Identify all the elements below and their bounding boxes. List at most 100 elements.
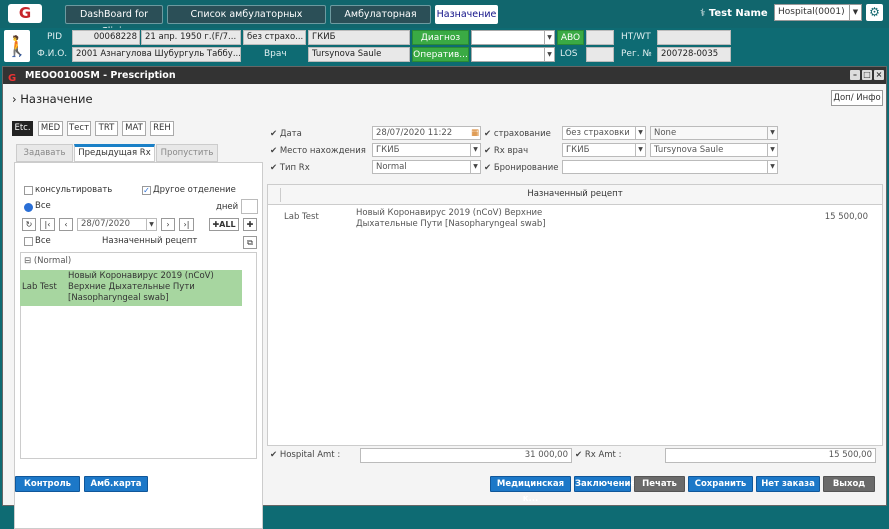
close-icon[interactable]: ×	[874, 70, 884, 80]
list-item-text: Новый Коронавирус 2019 (nCoV) Верхние Ды…	[68, 271, 214, 303]
tab-etc[interactable]: Etc.	[12, 121, 33, 136]
add-icon[interactable]: ✚	[243, 218, 257, 231]
date-input-value: 28/07/2020 11:22	[376, 128, 453, 138]
insurance-plan-select[interactable]: None ▼	[650, 126, 778, 140]
exit-button[interactable]: Выход	[823, 476, 875, 492]
org-field: ГКИБ	[308, 30, 410, 45]
table-row-text-line2: Дыхательные Пути [Nasopharyngeal swab]	[356, 219, 546, 229]
tree-group[interactable]: ⊟ (Normal)	[24, 256, 71, 266]
nav-prescription[interactable]: Назначение	[435, 5, 498, 24]
rx-type-value: Normal	[376, 162, 407, 172]
nav-dashboard[interactable]: DashBoard for Clinic	[65, 5, 163, 37]
tree-group-label: (Normal)	[33, 256, 72, 266]
calendar-icon[interactable]: ▦	[471, 127, 479, 139]
diagnosis-button[interactable]: Диагноз	[412, 30, 469, 45]
booking-select[interactable]: ▼	[562, 160, 778, 174]
medical-card-button[interactable]: Медицинская к...	[490, 476, 571, 504]
doctor-field: Tursynova Saule	[308, 47, 410, 62]
rx-doctor-org-select[interactable]: ГКИБ ▼	[562, 143, 646, 157]
tab-reh[interactable]: REH	[150, 121, 174, 136]
collapse-icon: ⊟	[24, 256, 32, 266]
table-row[interactable]: Lab Test Новый Коронавирус 2019 (nCoV) В…	[268, 207, 882, 235]
booking-label: ✔ Бронирование	[484, 163, 559, 173]
date-label-text: Дата	[279, 129, 302, 139]
outpatient-card-button[interactable]: Амб.карта	[84, 476, 148, 492]
fio-field: 2001 Азнагулова Шубургуль Таббу...	[72, 47, 241, 62]
tab-trt[interactable]: TRT	[95, 121, 118, 136]
diagnosis-select[interactable]: ▼	[471, 30, 555, 45]
app-logo-icon: G	[8, 73, 17, 84]
next-date-icon[interactable]: ›	[161, 218, 175, 231]
list-item[interactable]: Lab Test Новый Коронавирус 2019 (nCoV) В…	[20, 270, 242, 306]
los-field	[586, 47, 614, 62]
tab-assign[interactable]: Задавать	[16, 144, 73, 162]
nav-outpatient-card[interactable]: Амбулаторная карта	[330, 5, 431, 37]
all-radio[interactable]	[24, 203, 33, 212]
location-value: ГКИБ	[376, 145, 400, 155]
rx-doctor-value: Tursynova Saule	[654, 145, 724, 155]
first-page-icon[interactable]: |‹	[40, 218, 55, 231]
conclusion-button[interactable]: Заключение	[574, 476, 636, 492]
table-row-amount: 15 500,00	[824, 212, 868, 222]
consult-checkbox[interactable]	[24, 186, 33, 195]
maximize-icon[interactable]: □	[862, 70, 872, 80]
nav-outpatient-list[interactable]: Список амбулаторных пациентов	[167, 5, 326, 37]
reg-field: 200728-0035	[657, 47, 731, 62]
operative-select[interactable]: ▼	[471, 47, 555, 62]
insurance-label: ✔ страхование	[484, 129, 551, 139]
location-label-text: Место нахождения	[279, 146, 366, 156]
refresh-icon[interactable]: ↻	[22, 218, 36, 231]
list-item-type: Lab Test	[22, 282, 57, 292]
save-button[interactable]: Сохранить	[688, 476, 753, 492]
date-value: 28/07/2020	[81, 219, 130, 229]
gear-icon[interactable]: ⚙	[866, 4, 883, 21]
tab-previous-rx[interactable]: Предыдущая Rx	[74, 144, 155, 162]
days-input[interactable]	[241, 199, 258, 214]
hospital-select[interactable]: Hospital(0001) ▼	[774, 4, 862, 21]
user-menu[interactable]: ⚕ Test Name	[700, 5, 768, 23]
consult-label: консультировать	[35, 185, 113, 195]
insurance-select[interactable]: без страховки ▼	[562, 126, 646, 140]
location-select[interactable]: ГКИБ ▼	[372, 143, 481, 157]
last-page-icon[interactable]: ›|	[179, 218, 194, 231]
no-order-button[interactable]: Нет заказа	[756, 476, 820, 492]
insurance-label-text: страхование	[493, 129, 551, 139]
hospital-amount-label: ✔ Hospital Amt :	[270, 450, 341, 460]
rx-doctor-select[interactable]: Tursynova Saule ▼	[650, 143, 778, 157]
tab-mat[interactable]: MAT	[122, 121, 146, 136]
select-all-checkbox[interactable]	[24, 237, 33, 246]
chevron-down-icon: ▼	[767, 144, 777, 156]
table-row-text-line1: Новый Коронавирус 2019 (nCoV) Верхние	[356, 208, 543, 218]
tab-test[interactable]: Тест	[67, 121, 91, 136]
rx-amount-field: 15 500,00	[665, 448, 876, 463]
date-input[interactable]: 28/07/2020 11:22 ▦	[372, 126, 481, 140]
copy-icon[interactable]: ⧉	[243, 236, 257, 249]
tab-med[interactable]: MED	[38, 121, 63, 136]
date-label: ✔ Дата	[270, 129, 302, 139]
rx-type-select[interactable]: Normal ▼	[372, 160, 481, 174]
other-dept-checkbox[interactable]: ✓	[142, 186, 151, 195]
chevron-down-icon: ▼	[635, 127, 645, 139]
hospital-value: Hospital(0001)	[778, 7, 845, 17]
additional-info-button[interactable]: Доп/ Инфо	[831, 90, 883, 106]
print-button[interactable]: Печать	[634, 476, 685, 492]
prev-date-icon[interactable]: ‹	[59, 218, 73, 231]
tab-skip[interactable]: Пропустить	[156, 144, 218, 162]
htwt-field	[657, 30, 731, 45]
page-title: › Назначение	[12, 92, 93, 106]
date-select[interactable]: 28/07/2020 ▼	[77, 218, 157, 231]
control-button[interactable]: Контроль	[15, 476, 80, 492]
abo-label: ABO	[557, 30, 584, 45]
app-logo[interactable]: G	[8, 4, 42, 23]
patient-header: 🚶 PID 00068228 21 апр. 1950 г.(F/7... бе…	[0, 28, 889, 64]
operative-button[interactable]: Оператив...	[412, 47, 469, 62]
reg-label: Рег. №	[621, 49, 652, 59]
all-radio-label: Все	[35, 201, 51, 211]
chevron-down-icon: ▼	[849, 5, 861, 20]
rx-doctor-label: ✔ Rx врач	[484, 146, 529, 156]
chevron-down-icon: ▼	[544, 31, 554, 44]
window-titlebar: G MEOO0100SM - Prescription – □ ×	[3, 67, 886, 84]
minimize-icon[interactable]: –	[850, 70, 860, 80]
add-all-button[interactable]: ✚ALL	[209, 218, 239, 231]
left-column-header: Назначенный рецепт	[102, 236, 198, 246]
